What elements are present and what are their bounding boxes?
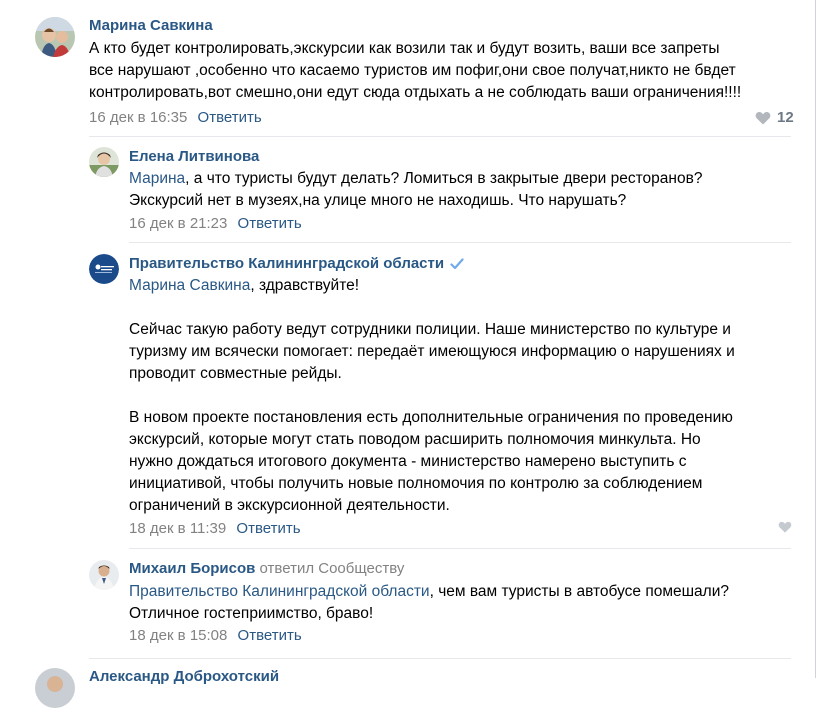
- text-line: Марина Савкина, здравствуйте!: [129, 275, 735, 297]
- like-button[interactable]: [778, 521, 798, 533]
- comment-text: А кто будет контролировать,экскурсии как…: [89, 38, 741, 104]
- comment-author[interactable]: Михаил Борисов ответил Сообществу: [129, 560, 404, 577]
- comment-author[interactable]: Александр Доброхотский: [89, 668, 279, 685]
- comment-meta: 16 дек в 16:35 Ответить: [89, 109, 262, 126]
- mention-link[interactable]: Марина: [129, 170, 185, 187]
- heart-icon: [755, 111, 771, 124]
- text-line: контролировать,вот смешно,они едут сюда …: [89, 84, 742, 101]
- text-fragment: , здравствуйте!: [250, 277, 360, 294]
- avatar[interactable]: [89, 560, 119, 590]
- mention-link[interactable]: Правительство Калининградской области: [129, 583, 430, 600]
- divider: [89, 658, 791, 659]
- right-border: [815, 0, 816, 678]
- divider: [129, 548, 791, 549]
- avatar[interactable]: [35, 17, 75, 57]
- reply-button[interactable]: Ответить: [238, 215, 302, 232]
- reply-button[interactable]: Ответить: [236, 520, 300, 537]
- comment-meta: 18 дек в 15:08 Ответить: [129, 627, 302, 644]
- text-line: нужно дождаться итогового документа - ми…: [129, 453, 687, 470]
- like-count: 12: [777, 109, 794, 126]
- text-line: инициативой, чтобы получить новые полном…: [129, 475, 703, 492]
- reply-button[interactable]: Ответить: [238, 627, 302, 644]
- comment-author[interactable]: Елена Литвинова: [129, 148, 259, 165]
- text-line: Марина, а что туристы будут делать? Ломи…: [129, 168, 702, 190]
- comment-text: Марина Савкина, здравствуйте! Сейчас так…: [129, 275, 735, 517]
- comment-date[interactable]: 16 дек в 21:23: [129, 215, 227, 232]
- reply-button[interactable]: Ответить: [198, 109, 262, 126]
- comment-author[interactable]: Марина Савкина: [89, 17, 213, 34]
- like-button[interactable]: 12: [755, 109, 794, 126]
- text-line: ограничений в экскурсионной деятельности…: [129, 497, 450, 514]
- author-name[interactable]: Правительство Калининградской области: [129, 255, 444, 272]
- comment-date[interactable]: 16 дек в 16:35: [89, 109, 187, 126]
- heart-icon: [778, 521, 792, 533]
- comment-author[interactable]: Правительство Калининградской области: [129, 255, 464, 274]
- avatar[interactable]: [89, 147, 119, 177]
- author-name[interactable]: Михаил Борисов: [129, 560, 255, 577]
- text-line: проводит совместные рейды.: [129, 365, 342, 382]
- avatar[interactable]: [35, 668, 75, 708]
- comment-date[interactable]: 18 дек в 15:08: [129, 627, 227, 644]
- comment-text: Правительство Калининградской области, ч…: [129, 581, 729, 625]
- avatar[interactable]: [89, 254, 119, 284]
- text-line: А кто будет контролировать,экскурсии как…: [89, 40, 720, 57]
- text-fragment: , чем вам туристы в автобусе помешали?: [429, 583, 729, 600]
- verified-icon: [450, 257, 464, 274]
- text-line: Отличное гостеприимство, браво!: [129, 605, 374, 622]
- comment-text: Марина, а что туристы будут делать? Ломи…: [129, 168, 702, 212]
- text-line: Экскурсий нет в музеях,на улице много не…: [129, 192, 627, 209]
- divider: [129, 242, 791, 243]
- divider: [89, 136, 791, 137]
- text-line: все нарушают ,особенно что касаемо турис…: [89, 62, 736, 79]
- text-line: Правительство Калининградской области, ч…: [129, 581, 729, 603]
- text-line: Сейчас такую работу ведут сотрудники пол…: [129, 321, 731, 338]
- text-line: экскурсий, которые могут стать поводом р…: [129, 431, 701, 448]
- comment-meta: 18 дек в 11:39 Ответить: [129, 520, 301, 537]
- text-line: туризму им всячески помогает: передаёт и…: [129, 343, 735, 360]
- text-line: В новом проекте постановления есть допол…: [129, 409, 733, 426]
- comment-meta: 16 дек в 21:23 Ответить: [129, 215, 302, 232]
- text-fragment: , а что туристы будут делать? Ломиться в…: [185, 170, 703, 187]
- comment-date[interactable]: 18 дек в 11:39: [129, 520, 226, 537]
- mention-link[interactable]: Марина Савкина: [129, 277, 250, 294]
- replied-to[interactable]: ответил Сообществу: [260, 560, 405, 577]
